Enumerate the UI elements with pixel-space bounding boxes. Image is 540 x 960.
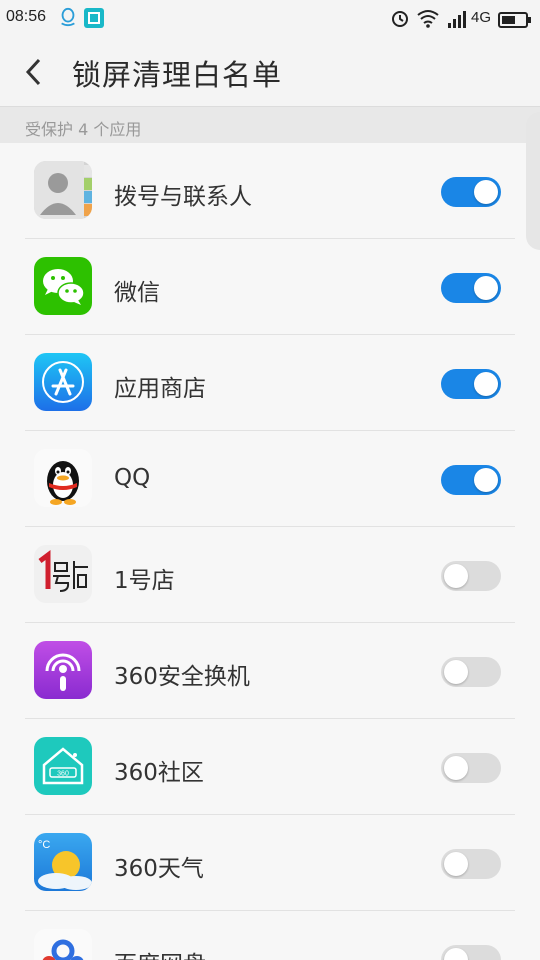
yhd-icon <box>34 545 92 603</box>
toggle-switch[interactable] <box>441 753 501 783</box>
360-weather-icon: °C <box>34 833 92 891</box>
360-community-icon: 360 <box>34 737 92 795</box>
protected-count-label: 受保护 4 个应用 <box>25 120 142 139</box>
toggle-knob <box>444 756 468 780</box>
app-name: 360天气 <box>114 856 204 882</box>
status-bar: 08:56 4G <box>0 0 540 38</box>
wifi-icon <box>417 10 439 28</box>
app-list: 拨号与联系人 微信 应用商店 QQ 1号店 360安全换机 360 360社区 … <box>0 143 540 960</box>
svg-text:360: 360 <box>57 771 69 778</box>
title-bar: 锁屏清理白名单 <box>0 38 540 107</box>
list-item: 百度网盘 <box>0 911 540 960</box>
toggle-switch[interactable] <box>441 849 501 879</box>
toggle-switch[interactable] <box>441 465 501 495</box>
app-name: 360社区 <box>114 760 204 786</box>
section-header: 受保护 4 个应用 <box>0 107 540 143</box>
status-time: 08:56 <box>6 8 47 25</box>
toggle-knob <box>444 660 468 684</box>
app-name: 百度网盘 <box>114 945 206 960</box>
app-name: 拨号与联系人 <box>114 184 252 210</box>
back-arrow-icon[interactable] <box>20 54 50 90</box>
app-name: 应用商店 <box>114 376 206 402</box>
list-item: 拨号与联系人 <box>0 143 540 239</box>
signal-icon <box>448 11 466 28</box>
list-item: 360 360社区 <box>0 719 540 815</box>
list-item: 微信 <box>0 239 540 335</box>
toggle-switch[interactable] <box>441 177 501 207</box>
toggle-knob <box>474 468 498 492</box>
screenshot-notification-icon <box>84 8 104 28</box>
battery-icon <box>498 12 531 28</box>
qq-notification-icon <box>61 7 75 27</box>
toggle-knob <box>444 852 468 876</box>
app-name: 360安全换机 <box>114 664 250 690</box>
list-item: QQ <box>0 431 540 527</box>
list-item: 360安全换机 <box>0 623 540 719</box>
toggle-switch[interactable] <box>441 945 501 960</box>
app-name: 微信 <box>114 280 160 306</box>
toggle-switch[interactable] <box>441 273 501 303</box>
360-switch-icon <box>34 641 92 699</box>
toggle-knob <box>444 564 468 588</box>
network-type: 4G <box>471 9 492 26</box>
list-item: 应用商店 <box>0 335 540 431</box>
toggle-switch[interactable] <box>441 369 501 399</box>
toggle-knob <box>474 180 498 204</box>
contacts-icon <box>34 161 92 219</box>
baidu-netdisk-icon <box>34 929 92 960</box>
qq-icon <box>34 449 92 507</box>
toggle-switch[interactable] <box>441 657 501 687</box>
app-name: 1号店 <box>114 568 175 594</box>
toggle-knob <box>444 948 468 960</box>
svg-text:°C: °C <box>38 839 50 851</box>
wechat-icon <box>34 257 92 315</box>
toggle-knob <box>474 276 498 300</box>
toggle-switch[interactable] <box>441 561 501 591</box>
app-name: QQ <box>114 465 151 491</box>
app-store-icon <box>34 353 92 411</box>
toggle-knob <box>474 372 498 396</box>
list-item: °C 360天气 <box>0 815 540 911</box>
page-title: 锁屏清理白名单 <box>72 58 283 92</box>
scrollbar[interactable] <box>526 112 540 250</box>
alarm-icon <box>392 11 408 27</box>
list-item: 1号店 <box>0 527 540 623</box>
